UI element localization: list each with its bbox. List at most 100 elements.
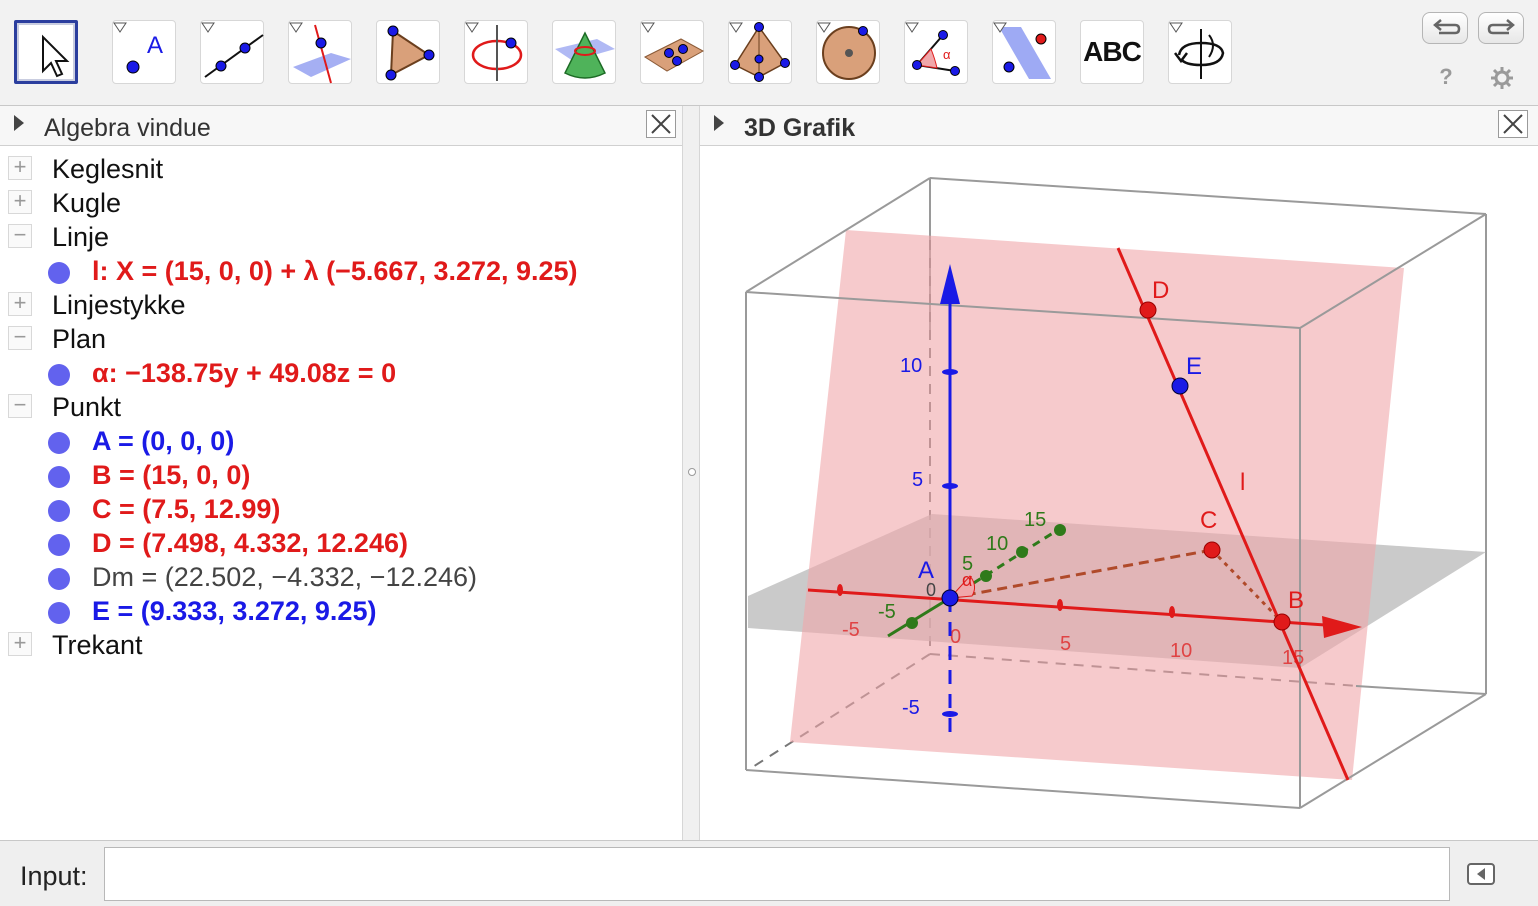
redo-button[interactable] bbox=[1478, 12, 1524, 44]
algebra-view: + Keglesnit + Kugle − Linje l: X = (15, 0, 0) … bbox=[0, 146, 682, 840]
object-definition[interactable]: D = (7.498, 4.332, 12.246) bbox=[92, 528, 408, 559]
visibility-toggle-icon[interactable] bbox=[48, 364, 70, 386]
x-tick-label: -5 bbox=[842, 619, 860, 641]
rotate-view-tool[interactable] bbox=[1168, 20, 1232, 84]
object-definition[interactable]: Dm = (22.502, −4.332, −12.246) bbox=[92, 562, 477, 593]
y-tick-label: 15 bbox=[1024, 509, 1046, 531]
expand-icon[interactable]: + bbox=[8, 190, 32, 214]
undo-button[interactable] bbox=[1422, 12, 1468, 44]
point-e[interactable] bbox=[1171, 377, 1189, 395]
submenu-caret-icon bbox=[641, 22, 655, 33]
plane-points-tool[interactable] bbox=[640, 20, 705, 84]
algebra-object-row[interactable]: E = (9.333, 3.272, 9.25) bbox=[0, 592, 682, 626]
point-d[interactable] bbox=[1139, 301, 1157, 319]
label-l: l bbox=[1240, 469, 1245, 496]
category-label: Trekant bbox=[52, 630, 143, 660]
x-tick-label: 10 bbox=[1170, 640, 1192, 662]
object-definition[interactable]: A = (0, 0, 0) bbox=[92, 426, 234, 457]
object-definition[interactable]: α: −138.75y + 49.08z = 0 bbox=[92, 358, 396, 389]
algebra-object-row[interactable]: B = (15, 0, 0) bbox=[0, 456, 682, 490]
pyramid-tool[interactable] bbox=[728, 20, 792, 84]
algebra-object-row[interactable]: A = (0, 0, 0) bbox=[0, 422, 682, 456]
category-label: Kugle bbox=[52, 188, 122, 218]
y-tick-label: 10 bbox=[986, 533, 1008, 555]
input-label: Input: bbox=[20, 861, 88, 891]
reflect-tool[interactable] bbox=[992, 20, 1056, 84]
object-definition[interactable]: l: X = (15, 0, 0) + λ (−5.667, 3.272, 9.… bbox=[92, 256, 578, 287]
collapse-icon[interactable]: − bbox=[8, 326, 32, 350]
y-tick-label: -5 bbox=[878, 601, 896, 623]
visibility-toggle-icon[interactable] bbox=[48, 262, 70, 284]
algebra-category-plan[interactable]: − Plan bbox=[0, 320, 682, 354]
object-definition[interactable]: B = (15, 0, 0) bbox=[92, 460, 250, 491]
panel-splitter[interactable] bbox=[682, 106, 700, 840]
visibility-toggle-icon[interactable] bbox=[48, 432, 70, 454]
close-icon bbox=[1503, 114, 1523, 134]
polygon-tool[interactable] bbox=[376, 20, 440, 84]
text-tool[interactable]: ABC bbox=[1080, 20, 1144, 84]
algebra-category-punkt[interactable]: − Punkt bbox=[0, 388, 682, 422]
help-icon[interactable]: ? bbox=[1436, 64, 1456, 90]
object-definition[interactable]: E = (9.333, 3.272, 9.25) bbox=[92, 596, 376, 627]
line-tool[interactable] bbox=[200, 20, 264, 84]
undo-icon bbox=[1433, 19, 1461, 35]
angle-tool[interactable]: α bbox=[904, 20, 968, 84]
graphics-3d-canvas[interactable]: -5 0 5 10 15 5 10 15 -5 10 5 -5 D E l C … bbox=[700, 146, 1538, 840]
object-definition[interactable]: C = (7.5, 12.99) bbox=[92, 494, 280, 525]
label-origin: 0 bbox=[926, 580, 936, 600]
splitter-handle[interactable] bbox=[688, 468, 696, 476]
visibility-toggle-icon[interactable] bbox=[48, 500, 70, 522]
category-label: Punkt bbox=[52, 392, 122, 422]
gear-icon[interactable] bbox=[1490, 66, 1514, 90]
submenu-caret-icon bbox=[905, 22, 919, 33]
point-a[interactable] bbox=[941, 589, 959, 607]
algebra-object-row[interactable]: Dm = (22.502, −4.332, −12.246) bbox=[0, 558, 682, 592]
visibility-toggle-icon[interactable] bbox=[48, 466, 70, 488]
move-tool[interactable] bbox=[14, 20, 78, 84]
point-c[interactable] bbox=[1203, 541, 1221, 559]
expand-icon[interactable]: + bbox=[8, 156, 32, 180]
collapse-icon[interactable]: − bbox=[8, 394, 32, 418]
category-label: Linje bbox=[52, 222, 110, 252]
graphics-collapse-triangle-icon[interactable] bbox=[714, 115, 724, 131]
algebra-category-linje[interactable]: − Linje bbox=[0, 218, 682, 252]
submenu-caret-icon bbox=[465, 22, 479, 33]
graphics-3d-view[interactable]: -5 0 5 10 15 5 10 15 -5 10 5 -5 D E l C … bbox=[700, 146, 1538, 840]
visibility-toggle-icon[interactable] bbox=[48, 568, 70, 590]
cone-intersect-icon bbox=[555, 31, 615, 79]
point-b[interactable] bbox=[1273, 613, 1291, 631]
visibility-toggle-icon[interactable] bbox=[48, 534, 70, 556]
algebra-panel-header: Algebra vindue bbox=[0, 106, 682, 146]
algebra-category-linjestykke[interactable]: + Linjestykke bbox=[0, 286, 682, 320]
label-alpha: α bbox=[962, 570, 972, 590]
algebra-object-row[interactable]: C = (7.5, 12.99) bbox=[0, 490, 682, 524]
circle-axis-tool[interactable] bbox=[464, 20, 528, 84]
algebra-object-row[interactable]: D = (7.498, 4.332, 12.246) bbox=[0, 524, 682, 558]
perpendicular-tool[interactable] bbox=[288, 20, 352, 84]
algebra-category-keglesnit[interactable]: + Keglesnit bbox=[0, 150, 682, 184]
triangle-icon bbox=[385, 25, 435, 81]
submenu-caret-icon bbox=[993, 22, 1007, 33]
input-help-toggle-icon[interactable] bbox=[1466, 861, 1496, 887]
expand-icon[interactable]: + bbox=[8, 632, 32, 656]
cone-tool[interactable] bbox=[552, 20, 616, 84]
collapse-icon[interactable]: − bbox=[8, 224, 32, 248]
algebra-category-trekant[interactable]: + Trekant bbox=[0, 626, 682, 660]
label-e: E bbox=[1186, 353, 1202, 380]
algebra-object-row[interactable]: α: −138.75y + 49.08z = 0 bbox=[0, 354, 682, 388]
input-bar: Input: bbox=[0, 840, 1538, 906]
point-tool[interactable]: A bbox=[112, 20, 176, 84]
algebra-object-row[interactable]: l: X = (15, 0, 0) + λ (−5.667, 3.272, 9.… bbox=[0, 252, 682, 286]
algebra-close-button[interactable] bbox=[646, 110, 676, 138]
graphics-close-button[interactable] bbox=[1498, 110, 1528, 138]
visibility-toggle-icon[interactable] bbox=[48, 602, 70, 624]
algebra-collapse-triangle-icon[interactable] bbox=[14, 115, 24, 131]
sphere-tool[interactable] bbox=[816, 20, 880, 84]
input-field[interactable] bbox=[104, 847, 1450, 901]
z-tick-label: 10 bbox=[900, 355, 922, 377]
category-label: Plan bbox=[52, 324, 107, 354]
algebra-category-kugle[interactable]: + Kugle bbox=[0, 184, 682, 218]
expand-icon[interactable]: + bbox=[8, 292, 32, 316]
category-label: Keglesnit bbox=[52, 154, 164, 184]
abc-text-icon: ABC bbox=[1083, 36, 1142, 67]
